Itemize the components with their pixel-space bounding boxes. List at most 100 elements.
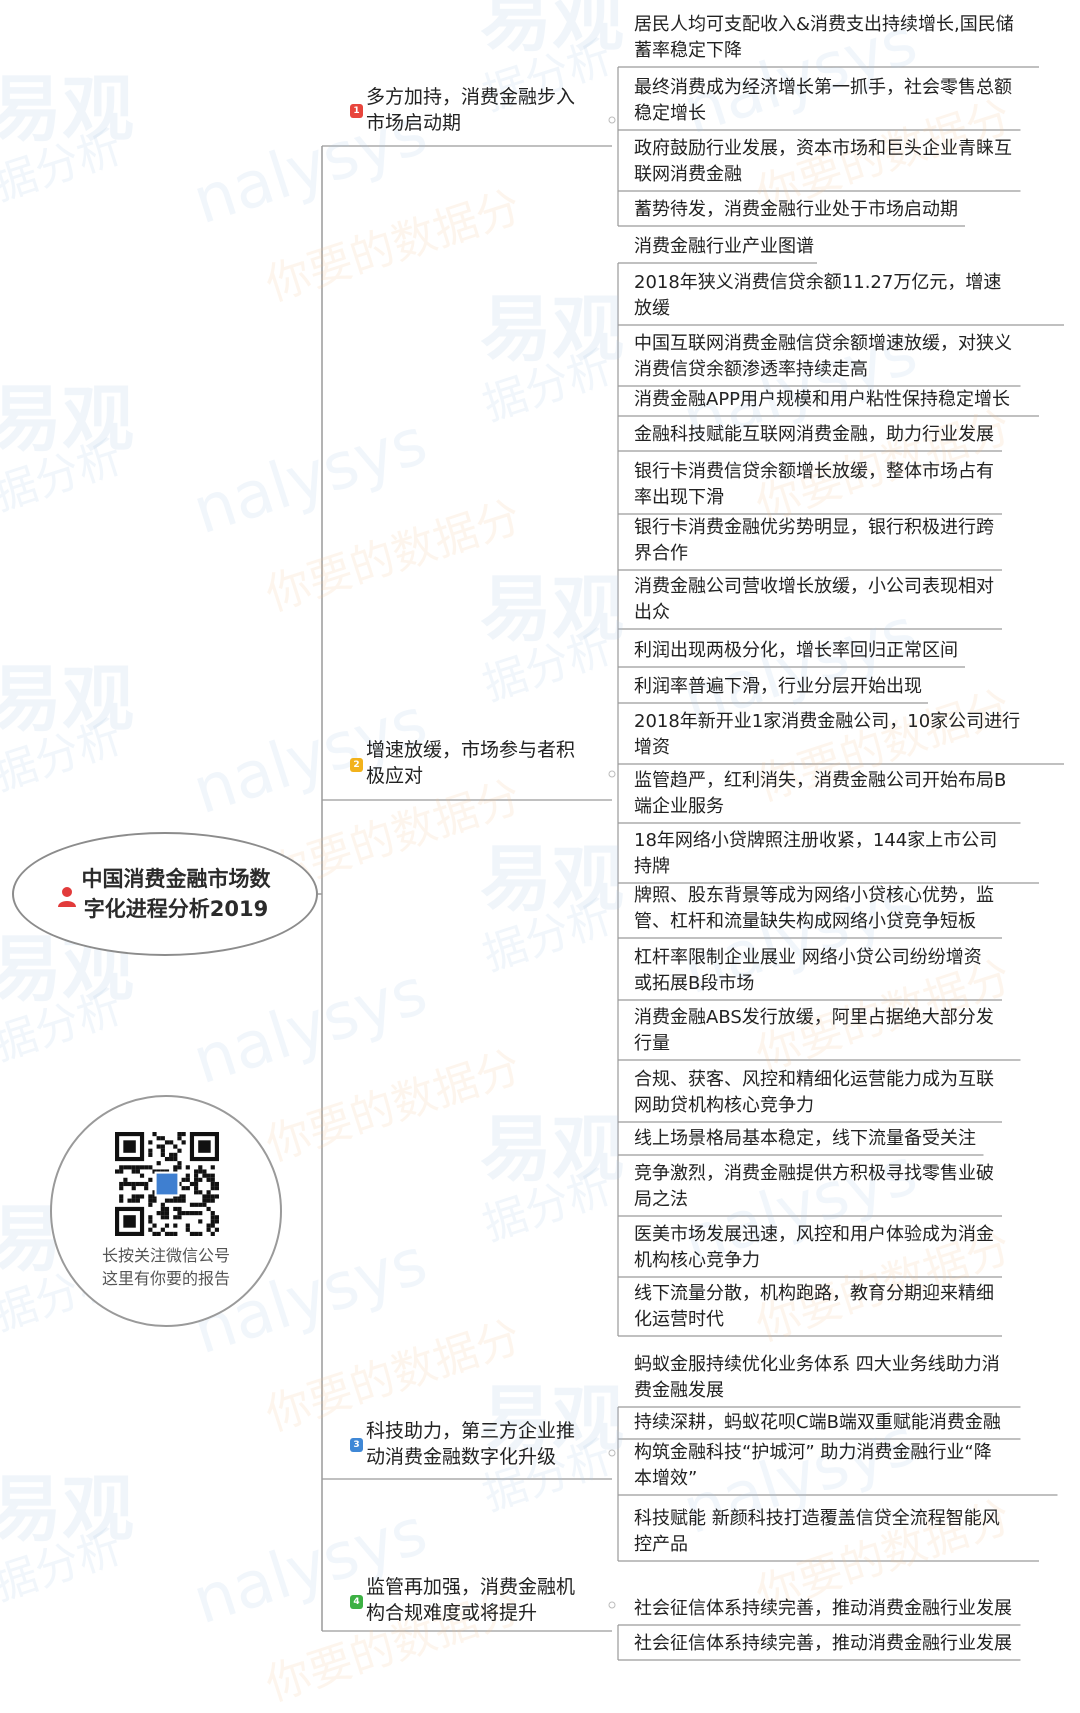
leaf-label-line1: 线下流量分散，机构跑路，教育分期迎来精细 — [634, 1283, 994, 1304]
qr-caption-line2: 这里有你要的报告 — [101, 1269, 230, 1288]
leaf-label-line2: 局之法 — [634, 1189, 688, 1210]
leaf-node[interactable]: 社会征信体系持续完善，推动消费金融行业发展 — [634, 1596, 1012, 1622]
collapse-toggle-icon — [608, 1601, 616, 1609]
leaf-label-line1: 居民人均可支配收入&消费支出持续增长,国民储 — [634, 14, 1014, 35]
leaf-label-line2: 机构核心竞争力 — [634, 1250, 760, 1271]
branch-label-line1: 监管再加强，消费金融机 — [366, 1576, 576, 1598]
leaf-label-line1: 消费金融公司营收增长放缓，小公司表现相对 — [634, 576, 994, 597]
leaf-node[interactable]: 线上场景格局基本稳定，线下流量备受关注 — [634, 1126, 976, 1152]
leaf-label-line1: 医美市场发展迅速，风控和用户体验成为消金 — [634, 1224, 994, 1245]
leaf-label-line1: 银行卡消费金融优劣势明显，银行积极进行跨 — [634, 517, 994, 538]
collapse-toggle-icon — [608, 1449, 616, 1457]
leaf-label-line1: 利润出现两极分化，增长率回归正常区间 — [634, 640, 958, 661]
leaf-label-line1: 合规、获客、风控和精细化运营能力成为互联 — [634, 1069, 994, 1090]
collapse-toggle-icon — [608, 116, 616, 124]
leaf-node[interactable]: 中国互联网消费金融信贷余额增速放缓，对狭义 消费信贷余额渗透率持续走高 — [634, 331, 1012, 383]
leaf-node[interactable]: 持续深耕，蚂蚁花呗C端B端双重赋能消费金融 — [634, 1410, 1001, 1436]
leaf-node[interactable]: 消费金融ABS发行放缓，阿里占据绝大部分发 行量 — [634, 1005, 994, 1057]
leaf-label-line1: 利润率普遍下滑，行业分层开始出现 — [634, 676, 922, 697]
leaf-label-line1: 金融科技赋能互联网消费金融，助力行业发展 — [634, 424, 994, 445]
branch-label-line2: 极应对 — [366, 765, 424, 787]
leaf-label-line1: 社会征信体系持续完善，推动消费金融行业发展 — [634, 1598, 1012, 1619]
leaf-node[interactable]: 金融科技赋能互联网消费金融，助力行业发展 — [634, 422, 994, 448]
root-title-line2: 字化进程分析2019 — [83, 897, 269, 921]
leaf-label-line2: 行量 — [634, 1033, 670, 1054]
root-title-line1: 中国消费金融市场数 — [81, 867, 271, 891]
leaf-label-line1: 监管趋严，红利消失，消费金融公司开始布局B — [634, 770, 1007, 791]
leaf-label-line2: 网助贷机构核心竞争力 — [634, 1095, 814, 1116]
leaf-node[interactable]: 2018年狭义消费信贷余额11.27万亿元，增速 放缓 — [634, 270, 1001, 322]
leaf-label-line2: 本增效” — [634, 1468, 698, 1489]
leaf-label-line1: 蓄势待发，消费金融行业处于市场启动期 — [634, 199, 958, 220]
root-title: 中国消费金融市场数 字化进程分析2019 — [71, 864, 281, 924]
leaf-label-line2: 放缓 — [634, 298, 670, 319]
qr-code-panel: 长按关注微信公号 这里有你要的报告 — [50, 1095, 282, 1327]
leaf-node[interactable]: 合规、获客、风控和精细化运营能力成为互联 网助贷机构核心竞争力 — [634, 1067, 994, 1119]
leaf-label-line1: 最终消费成为经济增长第一抓手，社会零售总额 — [634, 77, 1012, 98]
branch-number-badge: 1 — [350, 104, 363, 118]
leaf-node[interactable]: 社会征信体系持续完善，推动消费金融行业发展 — [634, 1631, 1012, 1657]
leaf-label-line1: 蚂蚁金服持续优化业务体系 四大业务线助力消 — [634, 1354, 1000, 1375]
leaf-node[interactable]: 消费金融公司营收增长放缓，小公司表现相对 出众 — [634, 574, 994, 626]
branch-label-line1: 多方加持，消费金融步入 — [366, 86, 576, 108]
leaf-node[interactable]: 政府鼓励行业发展，资本市场和巨头企业青睐互 联网消费金融 — [634, 136, 1012, 188]
branch-label-line1: 科技助力，第三方企业推 — [366, 1420, 576, 1442]
leaf-node[interactable]: 杠杆率限制企业展业 网络小贷公司纷纷增资 或拓展B段市场 — [634, 945, 982, 997]
leaf-label-line2: 界合作 — [634, 543, 688, 564]
leaf-label-line1: 消费金融行业产业图谱 — [634, 236, 814, 257]
leaf-label-line2: 化运营时代 — [634, 1309, 724, 1330]
leaf-node[interactable]: 2018年新开业1家消费金融公司，10家公司进行 增资 — [634, 709, 1020, 761]
leaf-label-line2: 出众 — [634, 602, 670, 623]
leaf-node[interactable]: 居民人均可支配收入&消费支出持续增长,国民储 蓄率稳定下降 — [634, 12, 1014, 64]
leaf-label-line1: 科技赋能 新颜科技打造覆盖信贷全流程智能风 — [634, 1508, 1000, 1529]
leaf-node[interactable]: 构筑金融科技“护城河” 助力消费金融行业“降 本增效” — [634, 1440, 992, 1492]
leaf-node[interactable]: 最终消费成为经济增长第一抓手，社会零售总额 稳定增长 — [634, 75, 1012, 127]
leaf-label-line1: 银行卡消费信贷余额增长放缓，整体市场占有 — [634, 461, 994, 482]
leaf-node[interactable]: 牌照、股东背景等成为网络小贷核心优势，监 管、杠杆和流量缺失构成网络小贷竞争短板 — [634, 883, 994, 935]
leaf-node[interactable]: 蚂蚁金服持续优化业务体系 四大业务线助力消 费金融发展 — [634, 1352, 1000, 1404]
leaf-label-line2: 或拓展B段市场 — [634, 973, 755, 994]
leaf-label-line2: 增资 — [634, 737, 670, 758]
qr-caption-line1: 长按关注微信公号 — [101, 1246, 230, 1265]
leaf-label-line2: 管、杠杆和流量缺失构成网络小贷竞争短板 — [634, 911, 976, 932]
leaf-node[interactable]: 消费金融行业产业图谱 — [634, 234, 814, 260]
leaf-label-line1: 持续深耕，蚂蚁花呗C端B端双重赋能消费金融 — [634, 1412, 1001, 1433]
branch-number-badge: 3 — [350, 1438, 363, 1452]
collapse-toggle-icon — [608, 770, 616, 778]
leaf-node[interactable]: 医美市场发展迅速，风控和用户体验成为消金 机构核心竞争力 — [634, 1222, 994, 1274]
branch-node-4[interactable]: 监管再加强，消费金融机 构合规难度或将提升 — [366, 1574, 606, 1626]
leaf-label-line1: 中国互联网消费金融信贷余额增速放缓，对狭义 — [634, 333, 1012, 354]
qr-code-image — [115, 1132, 219, 1236]
leaf-node[interactable]: 竞争激烈，消费金融提供方积极寻找零售业破 局之法 — [634, 1161, 994, 1213]
branch-label-line2: 构合规难度或将提升 — [366, 1602, 538, 1624]
leaf-label-line1: 2018年狭义消费信贷余额11.27万亿元，增速 — [634, 272, 1002, 293]
branch-node-3[interactable]: 科技助力，第三方企业推 动消费金融数字化升级 — [366, 1418, 606, 1470]
leaf-node[interactable]: 利润出现两极分化，增长率回归正常区间 — [634, 638, 958, 664]
leaf-label-line2: 费金融发展 — [634, 1380, 724, 1401]
leaf-label-line2: 稳定增长 — [634, 103, 706, 124]
root-node[interactable]: 中国消费金融市场数 字化进程分析2019 — [12, 832, 318, 956]
leaf-label-line1: 社会征信体系持续完善，推动消费金融行业发展 — [634, 1633, 1012, 1654]
branch-node-1[interactable]: 多方加持，消费金融步入 市场启动期 — [366, 84, 606, 136]
leaf-label-line1: 2018年新开业1家消费金融公司，10家公司进行 — [634, 711, 1021, 732]
leaf-node[interactable]: 利润率普遍下滑，行业分层开始出现 — [634, 674, 922, 700]
leaf-node[interactable]: 蓄势待发，消费金融行业处于市场启动期 — [634, 197, 958, 223]
leaf-label-line1: 政府鼓励行业发展，资本市场和巨头企业青睐互 — [634, 138, 1012, 159]
branch-number-badge: 4 — [350, 1595, 363, 1609]
leaf-node[interactable]: 科技赋能 新颜科技打造覆盖信贷全流程智能风 控产品 — [634, 1506, 1000, 1558]
leaf-label-line1: 构筑金融科技“护城河” 助力消费金融行业“降 — [634, 1442, 992, 1463]
branch-label-line2: 市场启动期 — [366, 112, 462, 134]
branch-node-2[interactable]: 增速放缓，市场参与者积 极应对 — [366, 737, 606, 789]
leaf-node[interactable]: 18年网络小贷牌照注册收紧，144家上市公司 持牌 — [634, 828, 997, 880]
leaf-node[interactable]: 银行卡消费金融优劣势明显，银行积极进行跨 界合作 — [634, 515, 994, 567]
leaf-label-line2: 端企业服务 — [634, 796, 724, 817]
leaf-node[interactable]: 消费金融APP用户规模和用户粘性保持稳定增长 — [634, 387, 1010, 413]
leaf-node[interactable]: 线下流量分散，机构跑路，教育分期迎来精细 化运营时代 — [634, 1281, 994, 1333]
leaf-label-line1: 18年网络小贷牌照注册收紧，144家上市公司 — [634, 830, 998, 851]
leaf-node[interactable]: 银行卡消费信贷余额增长放缓，整体市场占有 率出现下滑 — [634, 459, 994, 511]
leaf-label-line1: 竞争激烈，消费金融提供方积极寻找零售业破 — [634, 1163, 994, 1184]
leaf-node[interactable]: 监管趋严，红利消失，消费金融公司开始布局B 端企业服务 — [634, 768, 1006, 820]
leaf-label-line2: 蓄率稳定下降 — [634, 40, 742, 61]
leaf-label-line2: 控产品 — [634, 1534, 688, 1555]
branch-number-badge: 2 — [350, 758, 363, 772]
